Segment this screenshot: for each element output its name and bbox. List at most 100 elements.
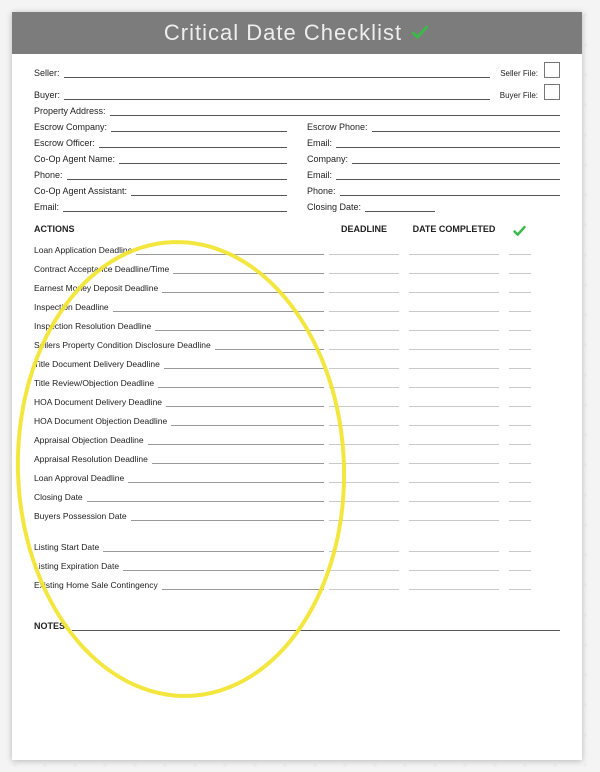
action-label: Loan Application Deadline [34, 245, 136, 255]
info-row: Email: [307, 170, 560, 180]
done-check-field[interactable] [509, 302, 531, 312]
notes-line[interactable] [72, 621, 560, 631]
deadline-field[interactable] [329, 492, 399, 502]
done-check-field[interactable] [509, 283, 531, 293]
deadline-field[interactable] [329, 378, 399, 388]
date-completed-field[interactable] [409, 542, 499, 552]
done-check-field[interactable] [509, 561, 531, 571]
done-check-field[interactable] [509, 454, 531, 464]
date-completed-field[interactable] [409, 397, 499, 407]
done-check-field[interactable] [509, 321, 531, 331]
action-label: HOA Document Objection Deadline [34, 416, 171, 426]
deadline-field[interactable] [329, 580, 399, 590]
info-row: Closing Date: [307, 202, 560, 212]
done-check-field[interactable] [509, 416, 531, 426]
info-label: Email: [34, 202, 59, 212]
done-check-field[interactable] [509, 340, 531, 350]
deadline-field[interactable] [329, 435, 399, 445]
date-completed-field[interactable] [409, 561, 499, 571]
deadline-field[interactable] [329, 561, 399, 571]
action-label-cell: HOA Document Objection Deadline [34, 416, 324, 426]
date-completed-field[interactable] [409, 245, 499, 255]
deadline-field[interactable] [329, 473, 399, 483]
title-banner: Critical Date Checklist [12, 12, 582, 54]
info-row: Phone: [307, 186, 560, 196]
date-completed-field[interactable] [409, 378, 499, 388]
info-input-line[interactable] [336, 170, 560, 180]
buyer-file-label: Buyer File: [500, 91, 538, 100]
action-label-cell: Listing Start Date [34, 542, 324, 552]
date-completed-field[interactable] [409, 302, 499, 312]
done-check-field[interactable] [509, 580, 531, 590]
date-completed-field[interactable] [409, 359, 499, 369]
deadline-field[interactable] [329, 542, 399, 552]
buyer-input-line[interactable] [64, 90, 490, 100]
info-input-line[interactable] [352, 154, 560, 164]
info-input-line[interactable] [67, 170, 287, 180]
deadline-field[interactable] [329, 321, 399, 331]
done-check-field[interactable] [509, 492, 531, 502]
done-check-field[interactable] [509, 511, 531, 521]
date-completed-field[interactable] [409, 492, 499, 502]
info-row: Company: [307, 154, 560, 164]
deadline-field[interactable] [329, 264, 399, 274]
action-row: Listing Start Date [34, 542, 560, 552]
deadline-field[interactable] [329, 340, 399, 350]
info-columns: Escrow Company:Escrow Officer:Co-Op Agen… [34, 122, 560, 218]
action-row: Earnest Money Deposit Deadline [34, 283, 560, 293]
deadline-field[interactable] [329, 359, 399, 369]
done-check-field[interactable] [509, 435, 531, 445]
action-label-cell: Title Review/Objection Deadline [34, 378, 324, 388]
date-completed-field[interactable] [409, 283, 499, 293]
date-completed-field[interactable] [409, 435, 499, 445]
info-input-line[interactable] [99, 138, 287, 148]
date-completed-field[interactable] [409, 473, 499, 483]
date-completed-field[interactable] [409, 454, 499, 464]
info-input-line[interactable] [365, 202, 435, 212]
done-check-field[interactable] [509, 473, 531, 483]
done-check-field[interactable] [509, 378, 531, 388]
done-check-field[interactable] [509, 397, 531, 407]
info-input-line[interactable] [63, 202, 287, 212]
info-input-line[interactable] [119, 154, 287, 164]
info-input-line[interactable] [340, 186, 560, 196]
info-row: Co-Op Agent Name: [34, 154, 287, 164]
actions-group-1: Loan Application DeadlineContract Accept… [34, 245, 560, 521]
date-completed-field[interactable] [409, 340, 499, 350]
info-row: Email: [307, 138, 560, 148]
deadline-field[interactable] [329, 454, 399, 464]
action-label: Inspection Deadline [34, 302, 113, 312]
action-label: Title Review/Objection Deadline [34, 378, 158, 388]
info-input-line[interactable] [372, 122, 560, 132]
info-input-line[interactable] [111, 122, 287, 132]
action-underline [215, 340, 324, 350]
done-check-field[interactable] [509, 245, 531, 255]
done-check-field[interactable] [509, 264, 531, 274]
date-completed-field[interactable] [409, 416, 499, 426]
seller-input-line[interactable] [64, 68, 491, 78]
info-label: Escrow Officer: [34, 138, 95, 148]
date-completed-field[interactable] [409, 580, 499, 590]
action-label: Listing Start Date [34, 542, 103, 552]
checkmark-icon [512, 224, 527, 239]
buyer-file-checkbox[interactable] [544, 84, 560, 100]
info-input-line[interactable] [336, 138, 560, 148]
date-completed-field[interactable] [409, 321, 499, 331]
done-check-field[interactable] [509, 542, 531, 552]
deadline-field[interactable] [329, 245, 399, 255]
property-address-line[interactable] [110, 106, 560, 116]
done-check-field[interactable] [509, 359, 531, 369]
action-underline [123, 561, 324, 571]
deadline-field[interactable] [329, 511, 399, 521]
action-row: Closing Date [34, 492, 560, 502]
date-completed-field[interactable] [409, 511, 499, 521]
date-completed-field[interactable] [409, 264, 499, 274]
info-input-line[interactable] [131, 186, 287, 196]
deadline-field[interactable] [329, 283, 399, 293]
deadline-field[interactable] [329, 397, 399, 407]
action-row: Buyers Possession Date [34, 511, 560, 521]
deadline-field[interactable] [329, 302, 399, 312]
property-address-row: Property Address: [34, 106, 560, 116]
seller-file-checkbox[interactable] [544, 62, 560, 78]
deadline-field[interactable] [329, 416, 399, 426]
